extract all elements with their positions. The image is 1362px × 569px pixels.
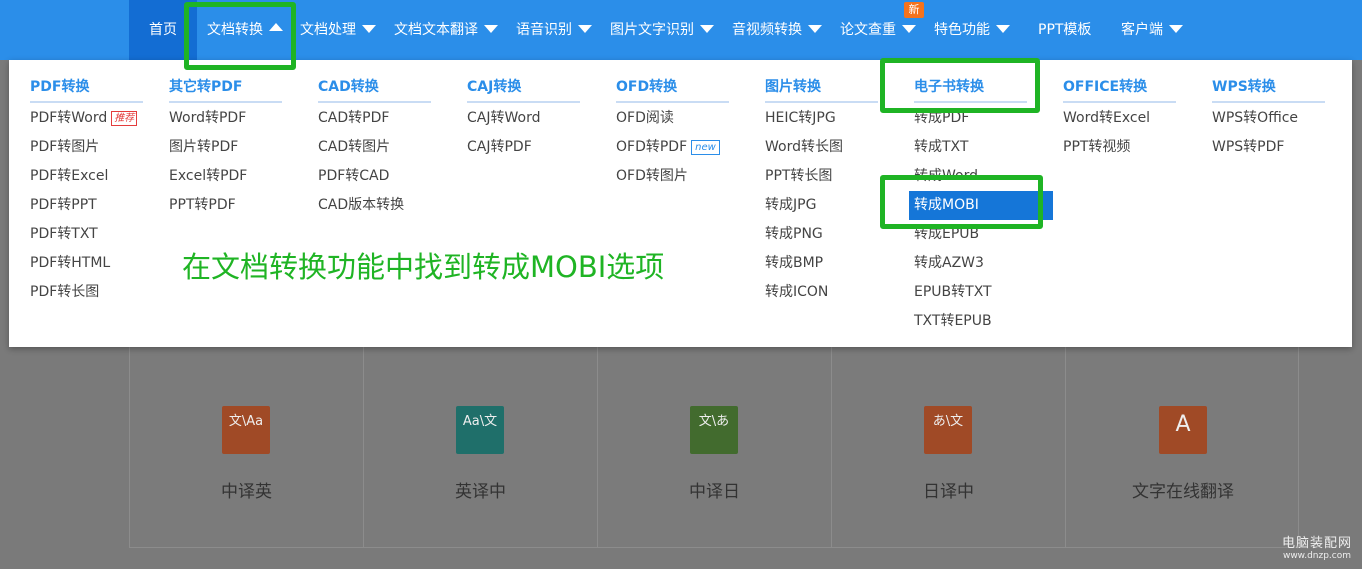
column-title-caj: CAJ转换 [467,76,580,103]
menu-item-word-long-image[interactable]: Word转长图 [765,133,843,162]
column-title-ofd: OFD转换 [616,76,729,103]
card-online-translate[interactable]: A 文字在线翻译 [1066,347,1300,547]
card-zh-en[interactable]: 文\Aa 中译英 [130,347,364,547]
nav-doc-translate[interactable]: 文档文本翻译 [394,0,498,60]
recommend-tag: 推荐 [111,111,138,126]
menu-item-excel-pdf[interactable]: Excel转PDF [169,162,247,191]
nav-ocr[interactable]: 图片文字识别 [610,0,714,60]
column-title-to-pdf: 其它转PDF [169,76,282,103]
column-title-image: 图片转换 [765,76,878,103]
menu-item-pdf-word[interactable]: PDF转Word 推荐 [30,104,138,133]
nav-client[interactable]: 客户端 [1121,0,1183,60]
menu-item-pdf-html[interactable]: PDF转HTML [30,249,110,278]
column-title-office: OFFICE转换 [1063,76,1176,103]
menu-item-to-bmp[interactable]: 转成BMP [765,249,823,278]
nav-av-convert[interactable]: 音视频转换 [732,0,822,60]
menu-item-pdf-cad[interactable]: PDF转CAD [318,162,389,191]
menu-item-txt-epub[interactable]: TXT转EPUB [914,307,992,336]
column-title-cad: CAD转换 [318,76,431,103]
highlight-nav-doc-convert [184,2,296,70]
refresh-a-icon: A [1159,406,1207,454]
nav-features[interactable]: 特色功能 [934,0,1010,60]
menu-item-ppt-pdf[interactable]: PPT转PDF [169,191,236,220]
chevron-down-icon [996,25,1010,33]
highlight-ebook-title [880,58,1040,113]
menu-item-pdf-ppt[interactable]: PDF转PPT [30,191,97,220]
menu-item-to-png[interactable]: 转成PNG [765,220,823,249]
menu-item-pdf-image[interactable]: PDF转图片 [30,133,99,162]
menu-item-word-excel[interactable]: Word转Excel [1063,104,1150,133]
watermark-main: 电脑装配网 [1281,536,1352,551]
card-label: 英译中 [455,482,506,502]
card-ja-zh[interactable]: あ\文 日译中 [832,347,1066,547]
card-en-zh[interactable]: Aa\文 英译中 [364,347,598,547]
menu-item-pdf-long-image[interactable]: PDF转长图 [30,278,99,307]
zh-ja-icon: 文\あ [690,406,738,454]
watermark-sub: www.dnzp.com [1282,551,1352,561]
nav-speech[interactable]: 语音识别 [516,0,592,60]
menu-item-to-jpg[interactable]: 转成JPG [765,191,816,220]
menu-item-pdf-excel[interactable]: PDF转Excel [30,162,108,191]
chevron-down-icon [484,25,498,33]
menu-item-to-icon[interactable]: 转成ICON [765,278,828,307]
chevron-down-icon [700,25,714,33]
chevron-down-icon [362,25,376,33]
nav-doc-process[interactable]: 文档处理 [300,0,376,60]
tutorial-annotation: 在文档转换功能中找到转成MOBI选项 [182,250,665,284]
menu-item-ofd-read[interactable]: OFD阅读 [616,104,674,133]
column-title-wps: WPS转换 [1212,76,1325,103]
chevron-down-icon [808,25,822,33]
menu-item-ebook-txt[interactable]: 转成TXT [914,133,968,162]
new-badge: 新 [904,2,924,18]
nav-ppt-template[interactable]: PPT模板 [1038,0,1091,60]
menu-item-wps-pdf[interactable]: WPS转PDF [1212,133,1284,162]
chevron-down-icon [1169,25,1183,33]
column-title-pdf: PDF转换 [30,76,143,103]
chevron-down-icon [902,25,916,33]
menu-item-ofd-image[interactable]: OFD转图片 [616,162,688,191]
menu-item-cad-version[interactable]: CAD版本转换 [318,191,404,220]
new-tag: new [691,140,720,155]
card-label: 文字在线翻译 [1132,482,1234,502]
en-zh-icon: Aa\文 [456,406,504,454]
menu-item-ppt-video[interactable]: PPT转视频 [1063,133,1130,162]
menu-item-caj-pdf[interactable]: CAJ转PDF [467,133,532,162]
menu-item-cad-pdf[interactable]: CAD转PDF [318,104,389,133]
card-label: 中译英 [221,482,272,502]
menu-item-caj-word[interactable]: CAJ转Word [467,104,540,133]
highlight-mobi-item [880,175,1043,229]
ja-zh-icon: あ\文 [924,406,972,454]
menu-item-ofd-pdf[interactable]: OFD转PDF new [616,133,720,162]
menu-item-image-pdf[interactable]: 图片转PDF [169,133,238,162]
watermark: 电脑装配网 www.dnzp.com [1282,532,1352,561]
menu-item-wps-office[interactable]: WPS转Office [1212,104,1298,133]
card-zh-ja[interactable]: 文\あ 中译日 [598,347,832,547]
menu-item-word-pdf[interactable]: Word转PDF [169,104,246,133]
menu-item-cad-image[interactable]: CAD转图片 [318,133,390,162]
menu-item-ebook-azw3[interactable]: 转成AZW3 [914,249,984,278]
card-label: 日译中 [923,482,974,502]
translation-card-grid: 文\Aa 中译英 Aa\文 英译中 文\あ 中译日 あ\文 日译中 A 文字在线… [129,347,1299,548]
doc-convert-dropdown: PDF转换 PDF转Word 推荐 PDF转图片 PDF转Excel PDF转PP… [9,60,1352,347]
menu-item-epub-txt[interactable]: EPUB转TXT [914,278,992,307]
chevron-down-icon [578,25,592,33]
menu-item-heic-jpg[interactable]: HEIC转JPG [765,104,836,133]
menu-item-pdf-txt[interactable]: PDF转TXT [30,220,98,249]
zh-en-icon: 文\Aa [222,406,270,454]
menu-item-ppt-long-image[interactable]: PPT转长图 [765,162,832,191]
card-label: 中译日 [689,482,740,502]
